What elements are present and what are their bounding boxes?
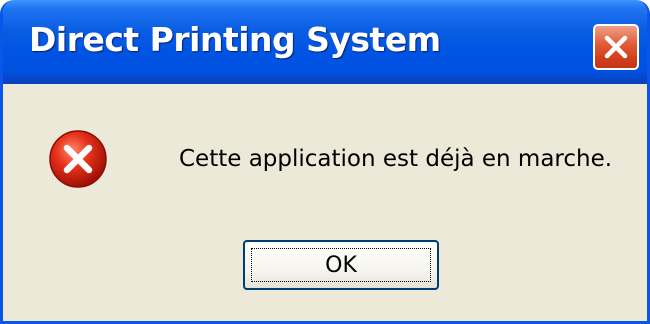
window-title: Direct Printing System (29, 20, 441, 59)
close-icon (604, 35, 628, 59)
title-bar[interactable]: Direct Printing System (3, 0, 647, 84)
error-dialog: Direct Printing System Cette application… (0, 0, 650, 324)
error-message: Cette application est déjà en marche. (179, 146, 613, 172)
close-button[interactable] (593, 24, 639, 70)
ok-button[interactable]: OK (243, 240, 439, 290)
focus-rectangle (251, 248, 431, 282)
error-icon (49, 130, 107, 188)
